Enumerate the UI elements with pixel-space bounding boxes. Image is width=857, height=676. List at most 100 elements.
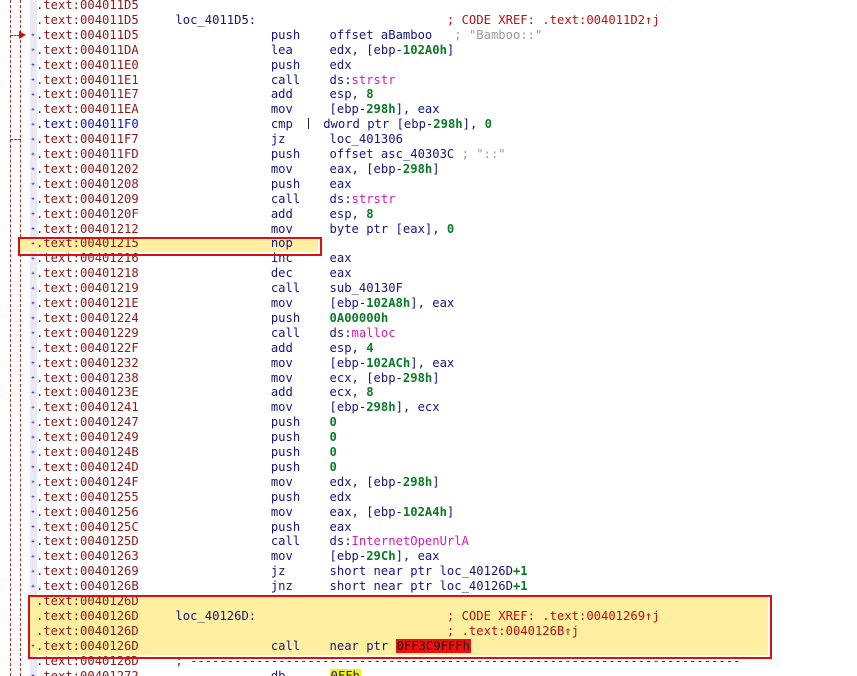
operand[interactable]: ds: bbox=[330, 192, 352, 206]
disasm-row[interactable]: .text:00401212 mov byte ptr [eax], 0 bbox=[0, 222, 857, 237]
instruction-mnemonic[interactable]: add bbox=[271, 207, 293, 221]
disasm-row[interactable]: .text:0040126D ; .text:0040126B↑j bbox=[0, 624, 857, 639]
disasm-row[interactable]: .text:00401216 inc eax bbox=[0, 251, 857, 266]
instruction-mnemonic[interactable]: push bbox=[271, 520, 300, 534]
operand[interactable]: [ebp- bbox=[330, 549, 367, 563]
operand[interactable]: 298h bbox=[366, 400, 395, 414]
disasm-row[interactable]: .text:0040124D push 0 bbox=[0, 460, 857, 475]
operand[interactable]: eax bbox=[330, 520, 352, 534]
instruction-mnemonic[interactable]: call bbox=[271, 192, 300, 206]
disasm-row[interactable]: .text:0040126D bbox=[0, 594, 857, 609]
disasm-row[interactable]: .text:004011E0 push edx bbox=[0, 58, 857, 73]
disasm-row[interactable]: .text:0040121E mov [ebp-102A8h], eax bbox=[0, 296, 857, 311]
ida-disassembly-view[interactable]: .text:004011D5 .text:004011D5 loc_4011D5… bbox=[0, 0, 857, 676]
operand[interactable]: 8 bbox=[366, 87, 373, 101]
disasm-row[interactable]: .text:0040125D call ds:InternetOpenUrlA bbox=[0, 534, 857, 549]
location-operand[interactable]: short near ptr loc_40126D bbox=[330, 564, 513, 578]
instruction-mnemonic[interactable]: push bbox=[271, 147, 300, 161]
operand[interactable]: ], eax bbox=[410, 356, 454, 370]
instruction-mnemonic[interactable]: mov bbox=[271, 475, 293, 489]
disasm-row[interactable]: .text:0040122F add esp, 4 bbox=[0, 341, 857, 356]
operand[interactable]: 0 bbox=[447, 222, 454, 236]
instruction-mnemonic[interactable]: inc bbox=[271, 251, 293, 265]
instruction-mnemonic[interactable]: cmp bbox=[271, 117, 293, 131]
disasm-row[interactable]: .text:00401209 call ds:strstr bbox=[0, 192, 857, 207]
instruction-mnemonic[interactable]: add bbox=[271, 385, 293, 399]
operand[interactable]: 0 bbox=[330, 445, 337, 459]
instruction-mnemonic[interactable]: dec bbox=[271, 266, 293, 280]
disasm-row[interactable]: .text:00401249 push 0 bbox=[0, 430, 857, 445]
operand[interactable]: byte ptr [eax], bbox=[330, 222, 447, 236]
instruction-mnemonic[interactable]: mov bbox=[271, 549, 293, 563]
disasm-row[interactable]: .text:00401272 db 0FFh bbox=[0, 668, 857, 676]
operand[interactable]: edx bbox=[330, 58, 352, 72]
operand[interactable]: offset aBamboo bbox=[330, 28, 433, 42]
instruction-mnemonic[interactable]: jz bbox=[271, 132, 286, 146]
disasm-row[interactable]: .text:0040124F mov edx, [ebp-298h] bbox=[0, 475, 857, 490]
operand[interactable]: ], eax bbox=[410, 296, 454, 310]
instruction-mnemonic[interactable]: mov bbox=[271, 222, 293, 236]
disasm-row[interactable]: .text:00401255 push edx bbox=[0, 490, 857, 505]
instruction-mnemonic[interactable]: jz bbox=[271, 564, 286, 578]
disasm-row[interactable]: .text:00401208 push eax bbox=[0, 177, 857, 192]
operand[interactable]: eax bbox=[330, 266, 352, 280]
instruction-mnemonic[interactable]: call bbox=[271, 326, 300, 340]
operand[interactable]: 298h bbox=[403, 162, 432, 176]
instruction-mnemonic[interactable]: push bbox=[271, 28, 300, 42]
instruction-mnemonic[interactable]: push bbox=[271, 177, 300, 191]
import-operand[interactable]: InternetOpenUrlA bbox=[352, 534, 469, 548]
operand[interactable]: edx, [ebp- bbox=[330, 475, 403, 489]
disasm-row[interactable]: .text:0040123E add ecx, 8 bbox=[0, 385, 857, 400]
disasm-row[interactable]: .text:004011D5 bbox=[0, 0, 857, 13]
disasm-row[interactable]: .text:00401238 mov ecx, [ebp-298h] bbox=[0, 371, 857, 386]
operand[interactable]: 0 bbox=[330, 430, 337, 444]
instruction-mnemonic[interactable]: mov bbox=[271, 400, 293, 414]
import-operand[interactable]: strstr bbox=[352, 192, 396, 206]
disasm-row[interactable]: .text:00401232 mov [ebp-102ACh], eax bbox=[0, 356, 857, 371]
operand[interactable]: dword ptr [ebp- bbox=[323, 117, 433, 131]
highlighted-operand[interactable]: 0FF3C9FFFh bbox=[395, 638, 471, 653]
operand[interactable]: [ebp- bbox=[330, 296, 367, 310]
operand[interactable]: 298h bbox=[403, 475, 432, 489]
operand[interactable]: ds: bbox=[330, 73, 352, 87]
operand[interactable]: 298h bbox=[366, 102, 395, 116]
disasm-row[interactable]: .text:004011FD push offset asc_40303C ; … bbox=[0, 147, 857, 162]
location-operand[interactable]: loc_401306 bbox=[330, 132, 403, 146]
operand[interactable]: eax, [ebp- bbox=[330, 505, 403, 519]
disasm-row[interactable]: .text:0040125C push eax bbox=[0, 520, 857, 535]
code-label[interactable]: loc_4011D5: bbox=[175, 13, 256, 27]
import-operand[interactable]: malloc bbox=[352, 326, 396, 340]
operand[interactable]: ], bbox=[463, 117, 485, 131]
instruction-mnemonic[interactable]: push bbox=[271, 445, 300, 459]
operand[interactable]: 298h bbox=[403, 371, 432, 385]
disasm-row[interactable]: .text:00401269 jz short near ptr loc_401… bbox=[0, 564, 857, 579]
disasm-row[interactable]: .text:00401263 mov [ebp-29Ch], eax bbox=[0, 549, 857, 564]
operand[interactable]: ] bbox=[447, 43, 454, 57]
operand[interactable]: 102A4h bbox=[403, 505, 447, 519]
instruction-mnemonic[interactable]: push bbox=[271, 58, 300, 72]
instruction-mnemonic[interactable]: call bbox=[271, 281, 300, 295]
operand[interactable]: ecx, [ebp- bbox=[330, 371, 403, 385]
operand[interactable]: eax, [ebp- bbox=[330, 162, 403, 176]
operand[interactable]: ], ecx bbox=[396, 400, 440, 414]
operand[interactable]: edx, [ebp- bbox=[330, 43, 403, 57]
operand[interactable]: 8 bbox=[366, 207, 373, 221]
operand[interactable]: 102A0h bbox=[403, 43, 447, 57]
disasm-row[interactable]: .text:0040126D call near ptr 0FF3C9FFFh bbox=[0, 638, 857, 654]
instruction-mnemonic[interactable]: mov bbox=[271, 371, 293, 385]
operand[interactable]: offset asc_40303C bbox=[330, 147, 455, 161]
instruction-mnemonic[interactable]: mov bbox=[271, 296, 293, 310]
operand[interactable]: ] bbox=[447, 505, 454, 519]
disasm-row[interactable]: .text:0040124B push 0 bbox=[0, 445, 857, 460]
disasm-row[interactable]: .text:00401202 mov eax, [ebp-298h] bbox=[0, 162, 857, 177]
instruction-mnemonic[interactable]: call bbox=[271, 639, 300, 653]
operand[interactable]: 29Ch bbox=[366, 549, 395, 563]
instruction-mnemonic[interactable]: call bbox=[271, 534, 300, 548]
disasm-row[interactable]: .text:004011E7 add esp, 8 bbox=[0, 87, 857, 102]
operand[interactable]: ] bbox=[432, 162, 439, 176]
code-label[interactable]: loc_40126D: bbox=[175, 609, 256, 623]
disasm-row[interactable]: .text:00401224 push 0A00000h bbox=[0, 311, 857, 326]
disasm-row[interactable]: .text:00401256 mov eax, [ebp-102A4h] bbox=[0, 505, 857, 520]
instruction-mnemonic[interactable]: push bbox=[271, 430, 300, 444]
operand[interactable]: +1 bbox=[513, 579, 528, 593]
